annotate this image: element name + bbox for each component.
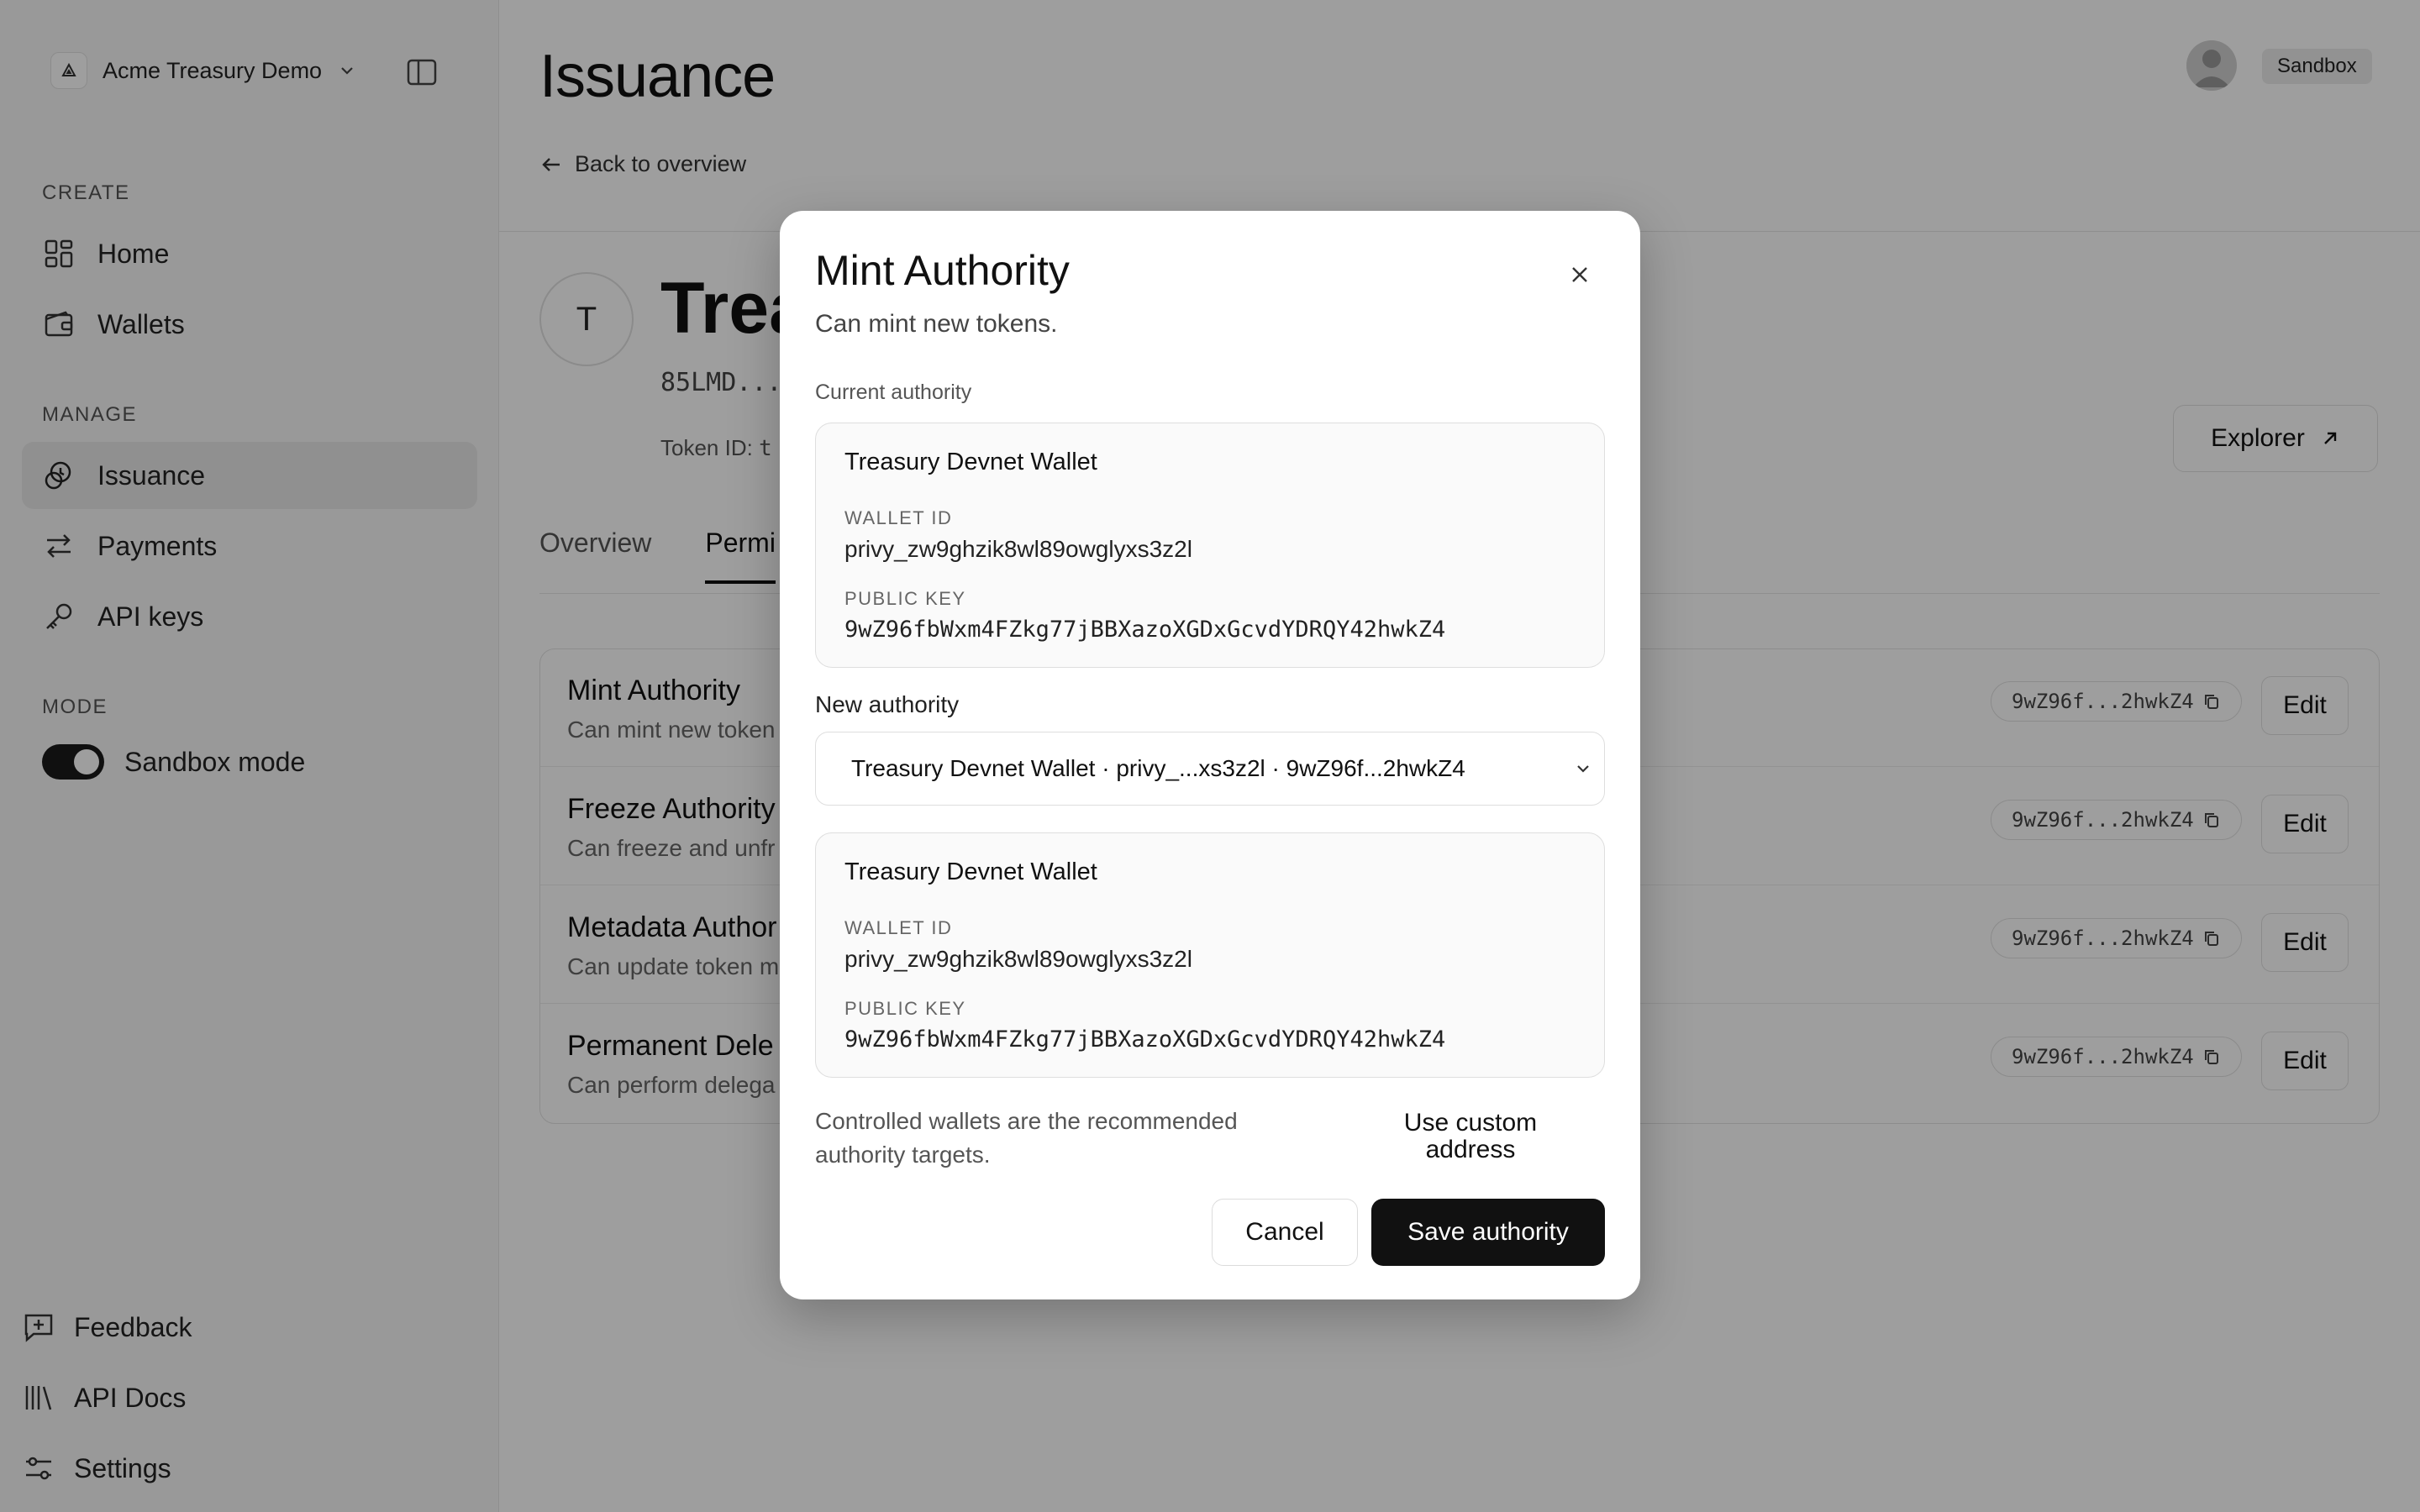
public-key-label: PUBLIC KEY — [844, 998, 966, 1019]
close-icon — [1572, 267, 1587, 282]
public-key-value: 9wZ96fbWxm4FZkg77jBBXazoXGDxGcvdYDRQY42h… — [844, 617, 1446, 643]
wallet-id-label: WALLET ID — [844, 507, 953, 528]
mint-authority-dialog: Mint Authority Can mint new tokens. Curr… — [780, 211, 1640, 1299]
use-custom-address-button[interactable]: Use custom address — [1378, 1110, 1563, 1163]
save-authority-button[interactable]: Save authority — [1371, 1199, 1605, 1266]
wallet-id-value: privy_zw9ghzik8wl89owglyxs3z2l — [844, 946, 1192, 972]
select-value: Treasury Devnet Wallet · privy_...xs3z2l… — [851, 755, 1465, 781]
wallet-id-value: privy_zw9ghzik8wl89owglyxs3z2l — [844, 536, 1192, 562]
dialog-title: Mint Authority — [815, 247, 1070, 294]
new-authority-label: New authority — [815, 691, 960, 717]
wallet-name: Treasury Devnet Wallet — [844, 449, 1097, 475]
close-button[interactable] — [1563, 258, 1597, 291]
current-authority-label: Current authority — [815, 381, 972, 404]
recommendation-note: Controlled wallets are the recommended a… — [815, 1108, 1238, 1168]
wallet-id-label: WALLET ID — [844, 917, 953, 938]
public-key-label: PUBLIC KEY — [844, 588, 966, 609]
current-authority-card: Treasury Devnet Wallet WALLET ID privy_z… — [815, 423, 1605, 668]
dialog-subtitle: Can mint new tokens. — [815, 310, 1058, 338]
cancel-button[interactable]: Cancel — [1212, 1199, 1358, 1266]
chevron-down-icon — [1577, 765, 1589, 773]
wallet-name: Treasury Devnet Wallet — [844, 858, 1097, 885]
new-authority-select[interactable]: Treasury Devnet Wallet · privy_...xs3z2l… — [815, 732, 1605, 806]
public-key-value: 9wZ96fbWxm4FZkg77jBBXazoXGDxGcvdYDRQY42h… — [844, 1026, 1446, 1053]
selected-authority-card: Treasury Devnet Wallet WALLET ID privy_z… — [815, 832, 1605, 1078]
